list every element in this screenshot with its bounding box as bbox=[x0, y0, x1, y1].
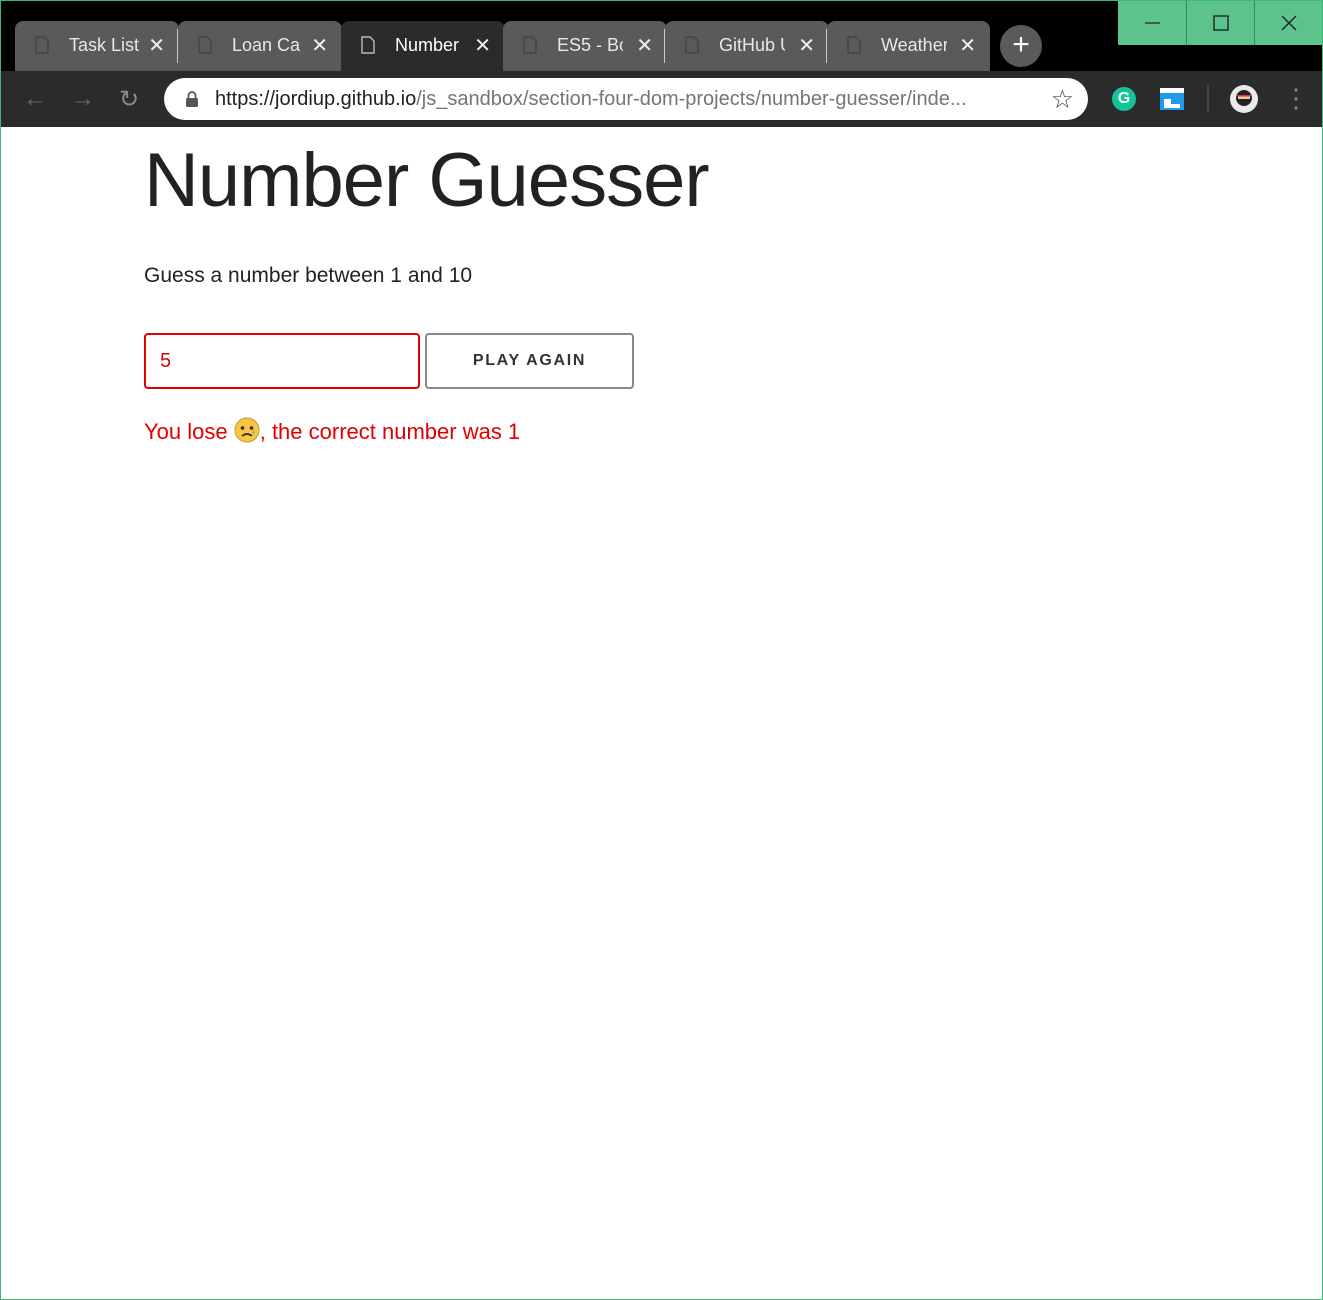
page-icon bbox=[361, 36, 375, 54]
tab-loan-calculator[interactable]: Loan Cal ✕ bbox=[178, 21, 342, 71]
window-close-button[interactable] bbox=[1254, 1, 1322, 45]
browser-toolbar: ← → ↻ https://jordiup.github.io/js_sandb… bbox=[1, 71, 1322, 127]
tab-title: Task List bbox=[69, 35, 139, 55]
maximize-button[interactable] bbox=[1186, 1, 1255, 45]
tab-title: Weather bbox=[881, 35, 947, 55]
tab-weather[interactable]: Weather ✕ bbox=[827, 21, 990, 71]
url-path: /js_sandbox/section-four-dom-projects/nu… bbox=[416, 88, 967, 110]
grammarly-extension-icon[interactable]: G bbox=[1112, 87, 1136, 111]
tab-number-guesser[interactable]: Number ✕ bbox=[341, 21, 505, 71]
menu-dots-icon[interactable]: ⋮ bbox=[1283, 83, 1309, 114]
message-text-end: , the correct number was 1 bbox=[259, 419, 521, 444]
minimize-icon bbox=[1145, 22, 1160, 24]
new-tab-button[interactable]: + bbox=[1000, 25, 1042, 67]
sad-face-icon bbox=[234, 417, 260, 443]
tab-title: GitHub U bbox=[719, 35, 785, 55]
page-icon bbox=[523, 36, 537, 54]
tab-title: Loan Cal bbox=[232, 35, 300, 55]
page-title: Number Guesser bbox=[144, 138, 710, 223]
page-icon bbox=[847, 36, 861, 54]
tab-es5[interactable]: ES5 - Bo ✕ bbox=[503, 21, 667, 71]
back-icon[interactable]: ← bbox=[23, 85, 47, 113]
forward-icon[interactable]: → bbox=[71, 85, 95, 113]
bookmark-star-icon[interactable]: ☆ bbox=[1051, 84, 1074, 115]
toolbar-divider bbox=[1207, 85, 1209, 113]
url-host: https://jordiup.github.io bbox=[215, 88, 417, 110]
instructions-text: Guess a number between 1 and 10 bbox=[144, 264, 473, 287]
maximize-icon bbox=[1213, 15, 1229, 31]
close-icon[interactable]: ✕ bbox=[798, 33, 815, 58]
close-icon[interactable]: ✕ bbox=[474, 33, 491, 58]
close-icon bbox=[1281, 15, 1297, 31]
play-again-button[interactable]: PLAY AGAIN bbox=[425, 333, 634, 389]
profile-avatar[interactable] bbox=[1229, 84, 1259, 119]
screen-extension-icon[interactable] bbox=[1160, 88, 1184, 115]
result-message: You lose , the correct number was 1 bbox=[144, 417, 520, 445]
tab-title: Number bbox=[395, 35, 460, 55]
page-icon bbox=[198, 36, 212, 54]
tab-github[interactable]: GitHub U ✕ bbox=[665, 21, 829, 71]
page-content: Number Guesser Guess a number between 1 … bbox=[1, 127, 1322, 1299]
avatar-icon bbox=[1230, 85, 1258, 113]
close-icon[interactable]: ✕ bbox=[959, 33, 976, 58]
guess-input[interactable] bbox=[144, 333, 420, 389]
lock-icon bbox=[186, 91, 198, 107]
message-text-start: You lose bbox=[144, 419, 234, 444]
tab-strip: Task List ✕ Loan Cal ✕ Number ✕ ES5 - Bo… bbox=[1, 1, 1322, 71]
browser-window: Task List ✕ Loan Cal ✕ Number ✕ ES5 - Bo… bbox=[0, 0, 1323, 1300]
close-icon[interactable]: ✕ bbox=[636, 33, 653, 58]
address-bar[interactable]: https://jordiup.github.io/js_sandbox/sec… bbox=[164, 78, 1088, 120]
tab-title: ES5 - Bo bbox=[557, 35, 623, 55]
minimize-button[interactable] bbox=[1118, 1, 1187, 45]
url-text[interactable]: https://jordiup.github.io/js_sandbox/sec… bbox=[215, 88, 967, 111]
tab-task-list[interactable]: Task List ✕ bbox=[15, 21, 179, 71]
close-icon[interactable]: ✕ bbox=[148, 33, 165, 58]
window-extension-icon bbox=[1160, 88, 1184, 110]
close-icon[interactable]: ✕ bbox=[311, 33, 328, 58]
page-icon bbox=[35, 36, 49, 54]
reload-icon[interactable]: ↻ bbox=[119, 85, 139, 114]
page-icon bbox=[685, 36, 699, 54]
